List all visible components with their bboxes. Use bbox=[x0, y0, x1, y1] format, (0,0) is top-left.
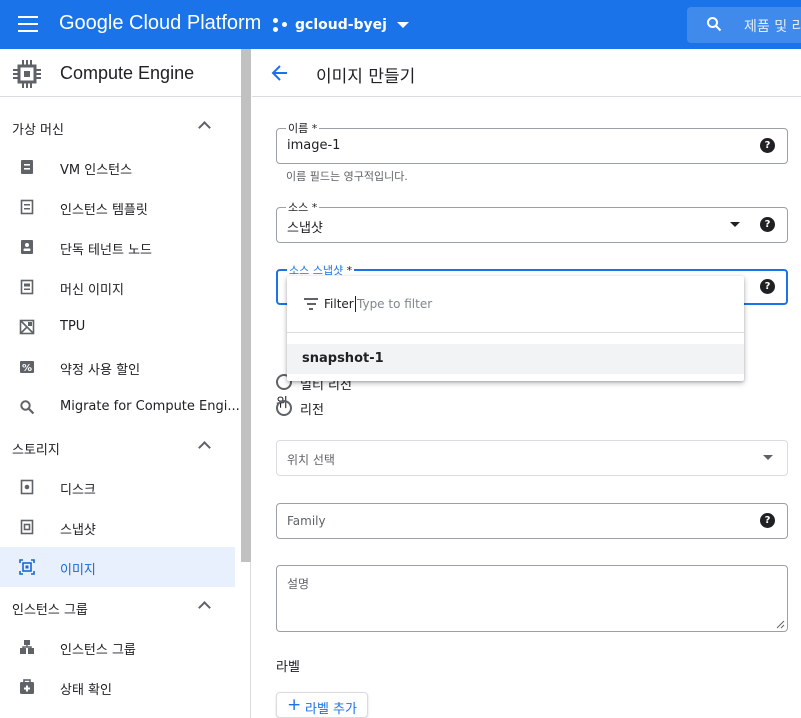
chevron-down-icon bbox=[396, 22, 409, 28]
sidebar: Compute Engine 가상 머신 VM 인스턴스 인스턴스 템플릿 단독… bbox=[0, 49, 251, 718]
instance-template-icon bbox=[20, 199, 34, 215]
dropdown-option[interactable]: snapshot-1 bbox=[287, 344, 744, 374]
section-label: 인스턴스 그룹 bbox=[12, 603, 88, 618]
filter-input[interactable]: Filter Type to filter bbox=[287, 276, 744, 333]
name-field-label: 이름 * bbox=[286, 120, 320, 136]
health-check-icon bbox=[20, 679, 34, 694]
sidebar-item-label: VM 인스턴스 bbox=[60, 163, 133, 178]
text-cursor bbox=[355, 296, 356, 312]
family-field[interactable]: Family ? bbox=[276, 503, 788, 539]
main-content: 이미지 만들기 이름 * image-1 ? 이름 필드는 영구적입니다. 소스… bbox=[252, 49, 801, 718]
sidebar-item-disks[interactable]: 디스크 bbox=[0, 467, 235, 507]
name-field-hint: 이름 필드는 영구적입니다. bbox=[286, 170, 408, 183]
sidebar-item-label: Migrate for Compute Engi... bbox=[60, 399, 240, 414]
filter-icon bbox=[304, 298, 318, 310]
dropdown-caret-icon[interactable] bbox=[763, 455, 773, 460]
family-placeholder: Family bbox=[287, 514, 326, 528]
add-label-button[interactable]: + 라벨 추가 bbox=[276, 692, 368, 718]
sidebar-item-sole-tenant-nodes[interactable]: 단독 테넌트 노드 bbox=[0, 227, 235, 267]
sidebar-item-instance-groups[interactable]: 인스턴스 그룹 bbox=[0, 627, 235, 667]
sidebar-item-label: 스냅샷 bbox=[60, 523, 96, 538]
chevron-up-icon bbox=[198, 601, 211, 614]
sidebar-item-label: 단독 테넌트 노드 bbox=[60, 243, 152, 258]
project-name: gcloud-byej bbox=[295, 17, 387, 33]
svg-text:%: % bbox=[22, 363, 32, 374]
location-select-placeholder: 위치 선택 bbox=[287, 453, 335, 467]
search-placeholder: 제품 및 리 bbox=[744, 19, 801, 35]
help-icon[interactable]: ? bbox=[760, 513, 775, 528]
source-field-value: 스냅샷 bbox=[287, 221, 323, 236]
vm-instance-icon bbox=[21, 160, 33, 174]
sidebar-item-label: 상태 확인 bbox=[60, 683, 112, 698]
page-title: 이미지 만들기 bbox=[316, 67, 416, 87]
sidebar-item-label: TPU bbox=[60, 319, 86, 334]
add-label-button-label: 라벨 추가 bbox=[305, 702, 357, 717]
sidebar-item-label: 인스턴스 그룹 bbox=[60, 643, 136, 658]
dropdown-option-label: snapshot-1 bbox=[302, 351, 384, 366]
section-instance-groups[interactable]: 인스턴스 그룹 bbox=[0, 587, 235, 627]
search-input[interactable]: 제품 및 리 bbox=[687, 7, 801, 43]
help-icon[interactable]: ? bbox=[760, 217, 775, 232]
sidebar-item-label: 약정 사용 할인 bbox=[60, 363, 141, 378]
search-icon bbox=[20, 400, 35, 415]
disk-icon bbox=[20, 479, 34, 495]
resize-handle-icon[interactable] bbox=[776, 620, 785, 629]
sidebar-item-snapshots[interactable]: 스냅샷 bbox=[0, 507, 235, 547]
project-icon bbox=[273, 17, 289, 33]
product-header: Compute Engine bbox=[0, 49, 250, 97]
filter-label: Filter bbox=[324, 297, 354, 311]
chevron-up-icon bbox=[198, 441, 211, 454]
instance-group-icon bbox=[20, 640, 34, 654]
brand-title[interactable]: Google Cloud Platform bbox=[59, 12, 261, 35]
plus-icon: + bbox=[287, 695, 302, 715]
back-arrow-icon[interactable] bbox=[270, 63, 290, 83]
sidebar-item-migrate[interactable]: Migrate for Compute Engi... bbox=[0, 387, 240, 427]
name-field-value: image-1 bbox=[287, 138, 341, 153]
location-select[interactable]: 위치 선택 bbox=[276, 440, 788, 476]
radio-region-label: 리전 bbox=[300, 403, 324, 418]
sidebar-item-label: 디스크 bbox=[60, 483, 96, 498]
search-icon bbox=[707, 17, 722, 32]
chevron-up-icon bbox=[198, 121, 211, 134]
section-virtual-machines[interactable]: 가상 머신 bbox=[0, 107, 235, 147]
product-name: Compute Engine bbox=[60, 63, 195, 83]
project-selector[interactable]: gcloud-byej bbox=[273, 13, 409, 37]
sidebar-item-machine-images[interactable]: 머신 이미지 bbox=[0, 267, 235, 307]
page-header: 이미지 만들기 bbox=[252, 49, 801, 97]
source-field-label: 소스 * bbox=[286, 199, 320, 215]
tpu-icon bbox=[19, 319, 35, 335]
sidebar-item-label: 인스턴스 템플릿 bbox=[60, 203, 148, 218]
sidebar-item-tpu[interactable]: TPU bbox=[0, 307, 235, 347]
sidebar-item-images[interactable]: 이미지 bbox=[0, 547, 235, 587]
sidebar-item-label: 머신 이미지 bbox=[60, 283, 124, 298]
sole-tenant-node-icon bbox=[21, 240, 33, 254]
filter-placeholder: Type to filter bbox=[357, 297, 433, 311]
sidebar-item-committed-use-discounts[interactable]: % 약정 사용 할인 bbox=[0, 347, 235, 387]
dropdown-caret-icon[interactable] bbox=[730, 222, 740, 227]
section-storage[interactable]: 스토리지 bbox=[0, 427, 235, 467]
help-icon[interactable]: ? bbox=[760, 138, 775, 153]
menu-icon[interactable] bbox=[18, 16, 38, 32]
snapshot-icon bbox=[20, 519, 34, 535]
percent-icon: % bbox=[20, 361, 34, 374]
sidebar-scrollbar[interactable] bbox=[241, 49, 251, 562]
labels-section-title: 라벨 bbox=[276, 660, 300, 675]
description-placeholder: 설명 bbox=[287, 577, 310, 591]
name-field[interactable]: 이름 * image-1 ? bbox=[276, 120, 788, 164]
image-icon bbox=[19, 559, 35, 575]
help-icon[interactable]: ? bbox=[760, 279, 775, 294]
machine-image-icon bbox=[20, 279, 34, 295]
section-label: 스토리지 bbox=[12, 443, 60, 458]
sidebar-item-health-checks[interactable]: 상태 확인 bbox=[0, 667, 235, 707]
radio-region[interactable] bbox=[276, 400, 292, 416]
source-select[interactable]: 소스 * 스냅샷 ? bbox=[276, 199, 788, 243]
sidebar-item-vm-instances[interactable]: VM 인스턴스 bbox=[0, 147, 235, 187]
description-field[interactable]: 설명 bbox=[276, 565, 788, 632]
compute-engine-icon bbox=[13, 60, 41, 88]
snapshot-dropdown-menu: Filter Type to filter snapshot-1 bbox=[287, 276, 744, 381]
section-label: 가상 머신 bbox=[12, 123, 64, 138]
sidebar-item-instance-templates[interactable]: 인스턴스 템플릿 bbox=[0, 187, 235, 227]
top-app-bar: Google Cloud Platform gcloud-byej 제품 및 리 bbox=[0, 0, 801, 49]
sidebar-item-label: 이미지 bbox=[60, 563, 96, 578]
